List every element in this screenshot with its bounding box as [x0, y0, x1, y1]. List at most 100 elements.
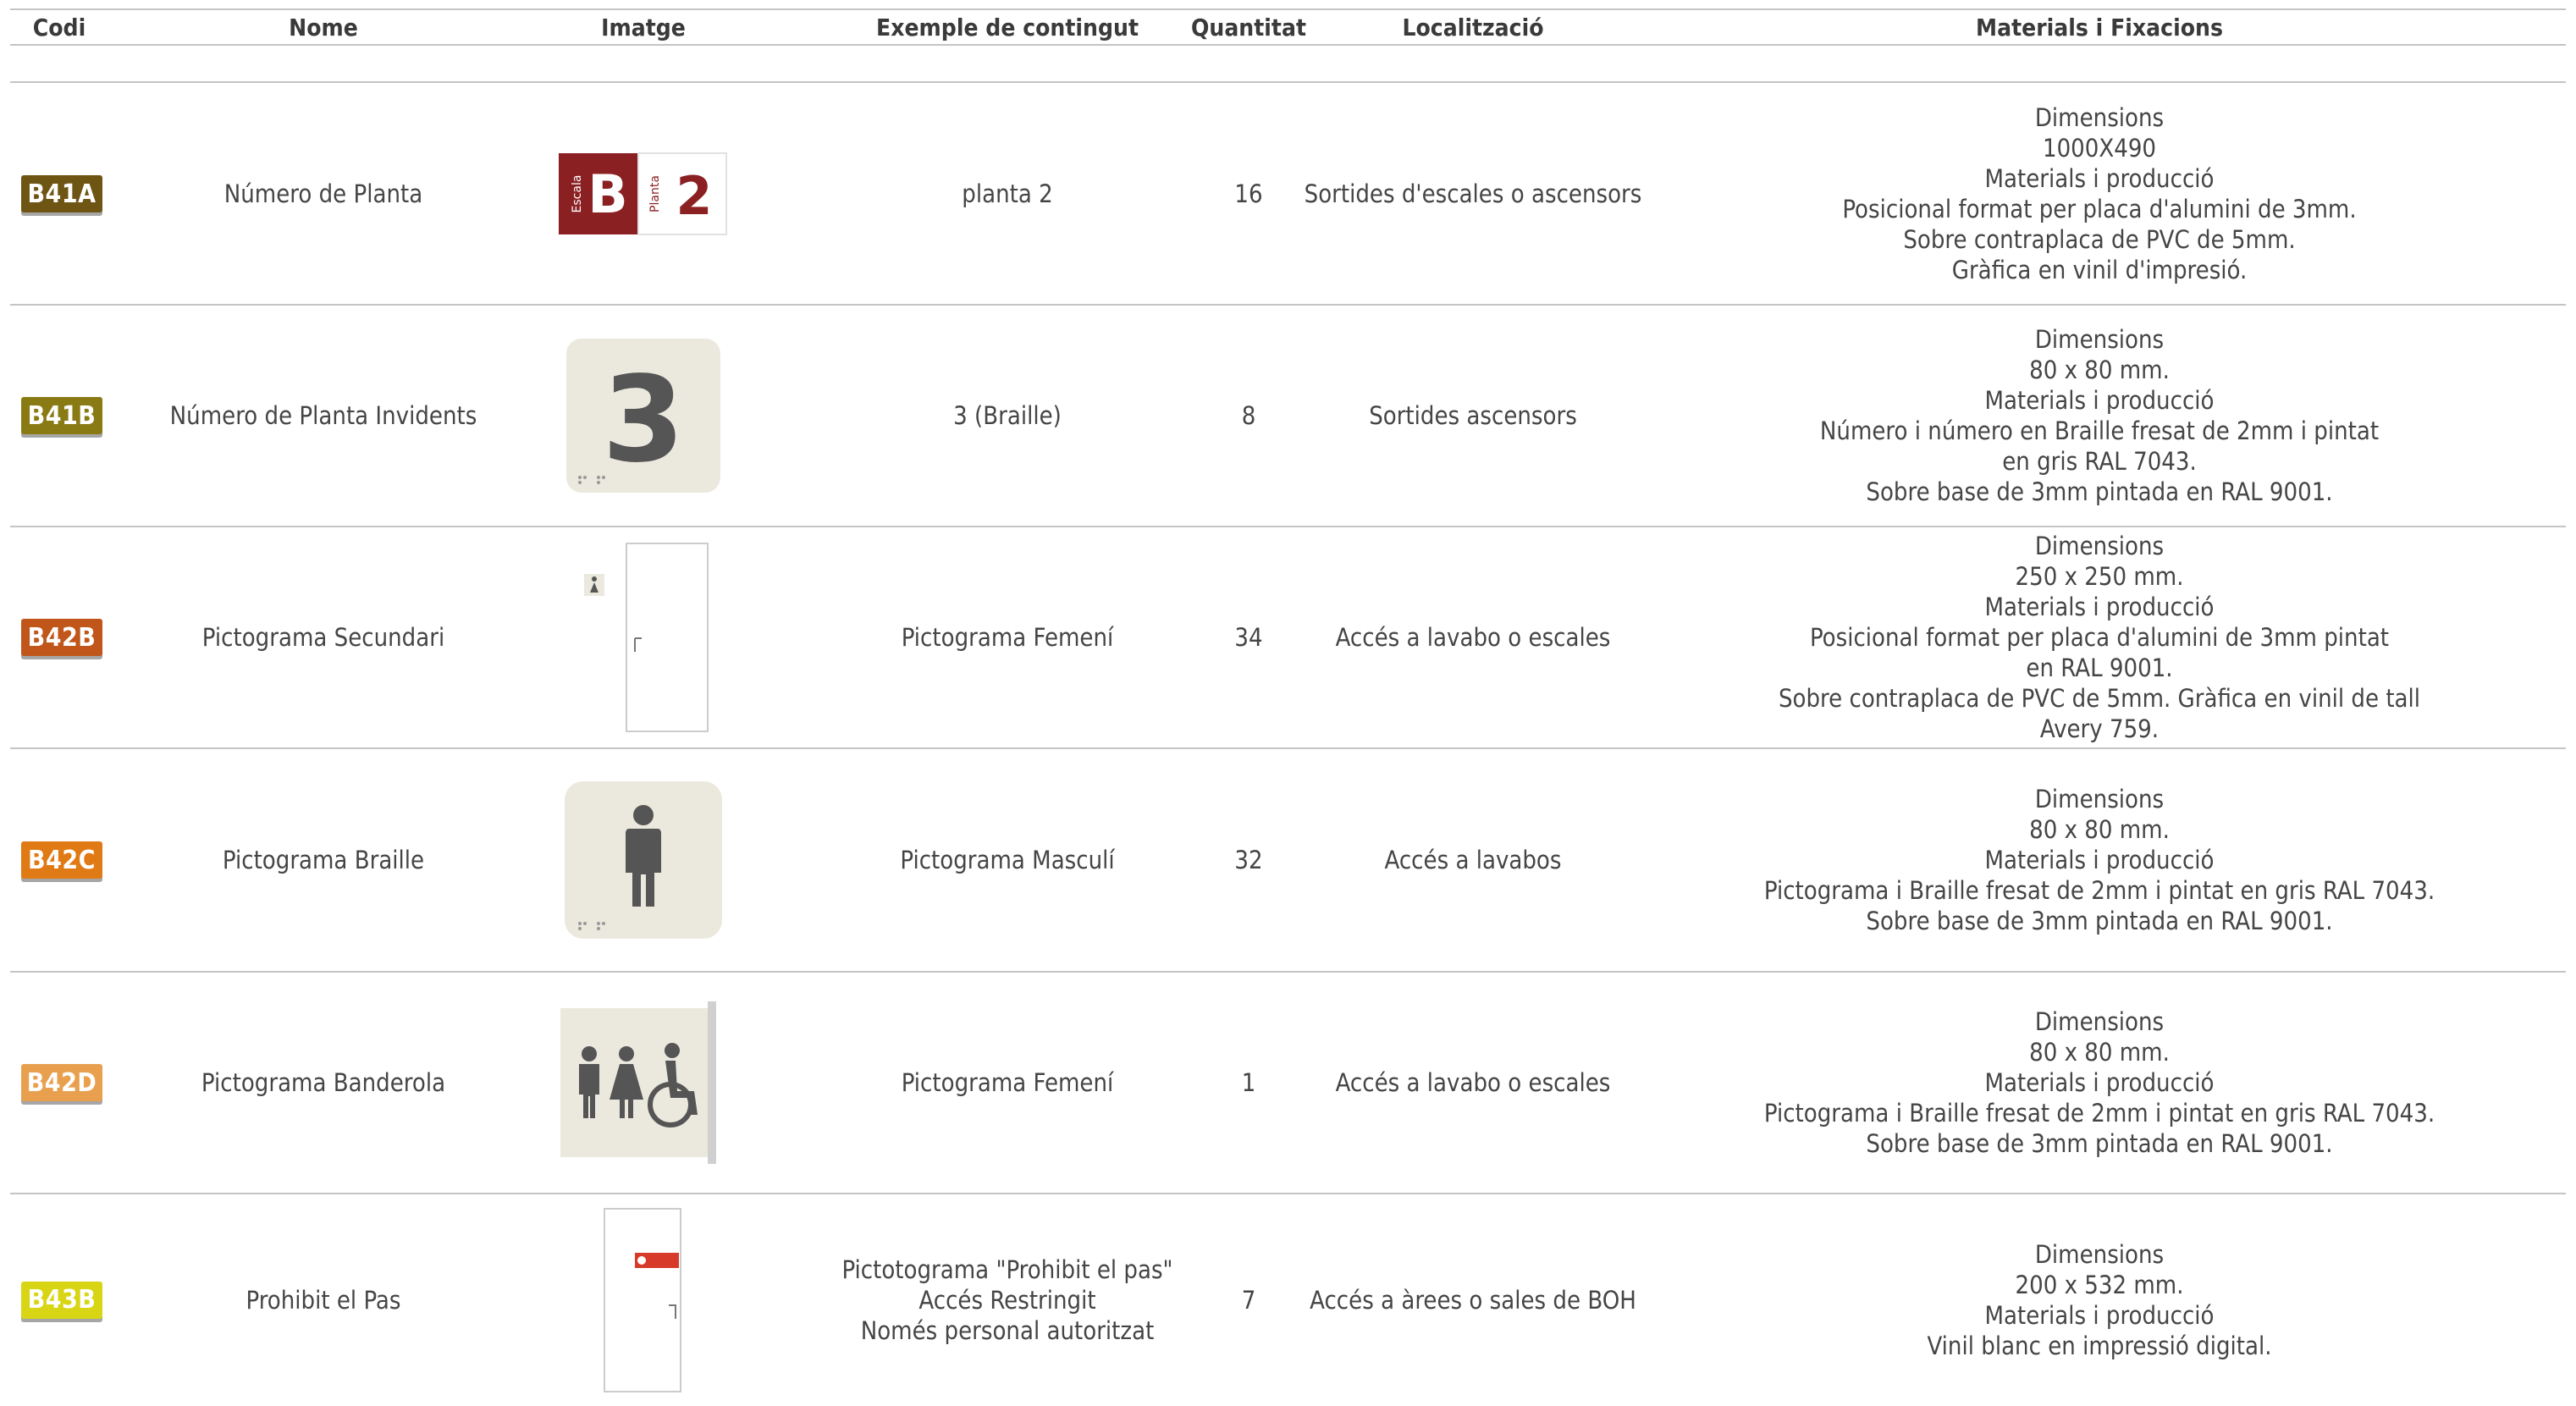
content-example-line: 3 (Braille) — [953, 401, 1062, 430]
content-example: Pictograma Femení — [813, 972, 1202, 1194]
materials: Dimensions 1000X490 Materials i producció P… — [1718, 83, 2480, 305]
materials-line: 80 x 80 mm. — [2029, 815, 2170, 844]
materials-line: Vinil blanc en impressió digital. — [1927, 1331, 2272, 1360]
sign-image — [516, 1194, 770, 1406]
materials-line: 80 x 80 mm. — [2029, 1038, 2170, 1067]
content-example: Pictotograma "Prohibit el pas" Accés Rest… — [813, 1194, 1202, 1406]
materials-line: Dimensions — [2034, 325, 2165, 354]
code-badge: B42C — [21, 841, 102, 879]
code-badge: B43B — [21, 1281, 102, 1319]
code-cell: B42B — [15, 527, 108, 748]
materials-line: Dimensions — [2034, 103, 2165, 132]
sign-name: Número de Planta — [223, 179, 423, 208]
header-nome: Nome — [289, 14, 358, 41]
sign-image: 3 — [516, 305, 770, 527]
content-example-line: Pictotograma "Prohibit el pas" — [841, 1254, 1173, 1284]
header-codi: Codi — [32, 14, 86, 41]
content-example-line: planta 2 — [962, 179, 1053, 208]
content-example-line: Pictograma Masculí — [900, 846, 1115, 874]
code-badge: B41A — [21, 175, 102, 212]
materials: Dimensions 250 x 250 mm. Materials i produ… — [1718, 527, 2480, 748]
svg-text:Escala: Escala — [571, 175, 584, 213]
materials-line: Pictograma i Braille fresat de 2mm i pin… — [1763, 1099, 2435, 1128]
code-cell: B42C — [15, 748, 108, 972]
quantity: 7 — [1241, 1285, 1256, 1315]
materials-line: 1000X490 — [2042, 134, 2157, 163]
content-example-line: Pictograma Femení — [901, 1068, 1114, 1097]
materials-line: Materials i producció — [1984, 593, 2215, 621]
location: Sortides ascensors — [1369, 401, 1577, 430]
door-pictogram-image — [584, 543, 709, 732]
materials-line: Posicional format per placa d'alumini de… — [1809, 623, 2390, 652]
table-row: B41A Número de Planta Escala B Planta 2 p… — [0, 83, 2576, 306]
materials-line: Número i número en Braille fresat de 2mm… — [1819, 416, 2380, 445]
content-example: Pictograma Masculí — [813, 748, 1202, 972]
sign-image — [516, 972, 770, 1194]
sign-image: Escala B Planta 2 — [516, 83, 770, 305]
location: Accés a lavabo o escales — [1335, 623, 1611, 652]
header-rule — [10, 44, 2566, 46]
table-row: B42B Pictograma Secundari Pictograma Feme… — [0, 527, 2576, 749]
materials-line: en gris RAL 7043. — [2002, 447, 2197, 476]
code-badge: B42D — [21, 1064, 102, 1101]
location: Sortides d'escales o ascensors — [1304, 179, 1642, 208]
materials-line: Posicional format per placa d'alumini de… — [1842, 195, 2357, 223]
code-cell: B43B — [15, 1194, 108, 1406]
svg-text:2: 2 — [676, 165, 712, 227]
materials-line: Dimensions — [2034, 1239, 2165, 1269]
location: Accés a lavabo o escales — [1335, 1068, 1611, 1097]
content-example: Pictograma Femení — [813, 527, 1202, 748]
header-exemple: Exemple de contingut — [876, 14, 1139, 41]
sign-name: Prohibit el Pas — [245, 1285, 401, 1315]
quantity: 8 — [1241, 401, 1256, 430]
materials-line: Materials i producció — [1984, 386, 2215, 415]
materials: Dimensions 80 x 80 mm. Materials i producc… — [1718, 972, 2480, 1194]
materials: Dimensions 80 x 80 mm. Materials i producc… — [1718, 305, 2480, 527]
header-materials: Materials i Fixacions — [1976, 14, 2223, 41]
sign-name: Pictograma Braille — [222, 846, 425, 874]
svg-text:B: B — [587, 163, 627, 225]
materials-line: Pictograma i Braille fresat de 2mm i pin… — [1763, 876, 2435, 905]
header-imatge: Imatge — [601, 14, 686, 41]
materials-line: Sobre base de 3mm pintada en RAL 9001. — [1866, 477, 2333, 506]
materials-line: Sobre base de 3mm pintada en RAL 9001. — [1866, 907, 2333, 935]
content-example-line: Només personal autoritzat — [860, 1315, 1155, 1345]
sign-image — [516, 748, 770, 972]
sign-name: Pictograma Banderola — [201, 1068, 446, 1097]
code-cell: B42D — [15, 972, 108, 1194]
materials-line: Sobre base de 3mm pintada en RAL 9001. — [1866, 1129, 2333, 1158]
sign-image — [516, 527, 770, 748]
materials-line: Materials i producció — [1984, 1300, 2215, 1330]
materials: Dimensions 80 x 80 mm. Materials i producc… — [1718, 748, 2480, 972]
content-example: planta 2 — [813, 83, 1202, 305]
materials-line: Avery 759. — [2039, 714, 2160, 743]
content-example-line: Pictograma Femení — [901, 623, 1114, 652]
table-row: B43B Prohibit el Pas Pictotograma "Prohib… — [0, 1194, 2576, 1406]
braille-number-sign-image: 3 — [566, 339, 720, 493]
code-cell: B41A — [15, 83, 108, 305]
header-quantitat: Quantitat — [1190, 14, 1307, 41]
location: Accés a àrees o sales de BOH — [1310, 1285, 1636, 1315]
quantity: 32 — [1234, 846, 1263, 874]
materials-line: Gràfica en vinil d'impresió. — [1951, 256, 2248, 284]
materials-line: Sobre contraplaca de PVC de 5mm. — [1903, 225, 2296, 254]
materials-line: Dimensions — [2034, 532, 2165, 560]
braille-male-pictogram-image — [565, 781, 722, 939]
materials-line: Dimensions — [2034, 1007, 2165, 1036]
table-row: B42D Pictograma Banderola Pictograma Feme… — [0, 972, 2576, 1194]
materials-line: Materials i producció — [1984, 846, 2215, 874]
materials-line: 80 x 80 mm. — [2029, 356, 2170, 384]
quantity: 1 — [1241, 1068, 1256, 1097]
svg-text:3: 3 — [602, 351, 684, 489]
materials-line: 200 x 532 mm. — [2015, 1270, 2184, 1299]
materials-line: Materials i producció — [1984, 1068, 2215, 1097]
header-localitzacio: Localització — [1402, 14, 1544, 41]
quantity: 16 — [1234, 179, 1263, 208]
materials-line: Materials i producció — [1984, 164, 2215, 193]
code-badge: B41B — [21, 397, 102, 434]
table-row: B42C Pictograma Braille Pictograma Mascul… — [0, 748, 2576, 973]
materials-line: en RAL 9001. — [2026, 653, 2173, 682]
table-row: B41B Número de Planta Invidents 3 3 (Brai… — [0, 305, 2576, 527]
content-example: 3 (Braille) — [813, 305, 1202, 527]
code-cell: B41B — [15, 305, 108, 527]
